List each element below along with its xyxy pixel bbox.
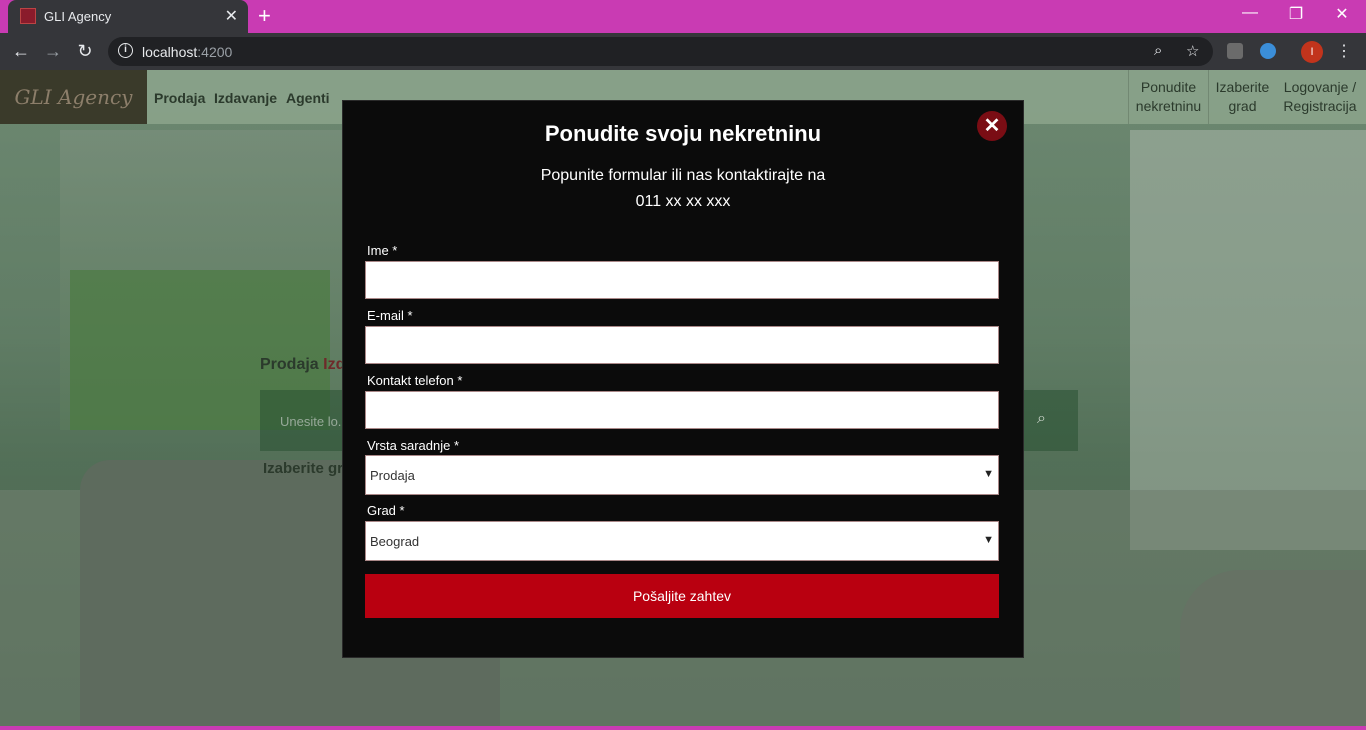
new-tab-button[interactable]: + bbox=[258, 3, 271, 29]
dropdown-caret-icon: ▼ bbox=[983, 468, 994, 480]
profile-avatar[interactable]: I bbox=[1301, 41, 1323, 63]
zoom-icon[interactable]: ⌕ bbox=[1154, 42, 1162, 59]
background-armchair bbox=[1180, 570, 1366, 726]
city-select[interactable]: Beograd ▼ bbox=[365, 521, 999, 561]
address-url: localhost:4200 bbox=[142, 44, 233, 60]
modal-title: Ponudite svoju nekretninu bbox=[544, 121, 822, 146]
modal-subtitle: Popunite formular ili nas kontaktirajte … bbox=[540, 167, 826, 210]
window-minimize-button[interactable]: — bbox=[1230, 4, 1270, 22]
email-label: E-mail * bbox=[367, 308, 413, 323]
nav-choose-city[interactable]: Izaberite grad bbox=[1208, 70, 1276, 124]
page: GLI Agency Prodaja Izdavanje Agenti Ponu… bbox=[0, 70, 1366, 726]
nav-link-agenti[interactable]: Agenti bbox=[286, 90, 330, 106]
bookmark-star-icon[interactable]: ☆ bbox=[1186, 42, 1199, 60]
background-glass-wall bbox=[1130, 130, 1366, 550]
address-bar[interactable]: i localhost:4200 ⌕ ☆ bbox=[108, 37, 1213, 66]
tab-close-icon[interactable]: ✕ bbox=[225, 6, 238, 26]
browser-titlebar: GLI Agency ✕ + — ❐ ✕ bbox=[0, 0, 1366, 33]
browser-toolbar: ← → ↻ i localhost:4200 ⌕ ☆ I ⋮ bbox=[0, 33, 1366, 70]
nav-link-izdavanje[interactable]: Izdavanje bbox=[214, 90, 277, 106]
name-label: Ime * bbox=[367, 243, 398, 258]
nav-login-register[interactable]: Logovanje / Registracija bbox=[1276, 70, 1364, 124]
submit-request-button[interactable]: Pošaljite zahtev bbox=[365, 574, 999, 618]
tab-title: GLI Agency bbox=[44, 9, 112, 24]
offer-property-modal: Ponudite svoju nekretninu Popunite formu… bbox=[342, 100, 1024, 658]
city-label: Grad * bbox=[367, 503, 405, 518]
window-restore-button[interactable]: ❐ bbox=[1276, 4, 1316, 24]
extension-icon[interactable] bbox=[1227, 43, 1243, 59]
dropdown-caret-icon: ▼ bbox=[983, 534, 994, 546]
name-field[interactable] bbox=[365, 261, 999, 299]
cooperation-type-select[interactable]: Prodaja ▼ bbox=[365, 455, 999, 495]
nav-offer-property[interactable]: Ponudite nekretninu bbox=[1128, 70, 1208, 124]
browser-menu-icon[interactable]: ⋮ bbox=[1336, 41, 1352, 61]
bottom-window-edge bbox=[0, 726, 1366, 730]
site-favicon-icon bbox=[20, 8, 36, 24]
brand-logo[interactable]: GLI Agency bbox=[0, 70, 147, 124]
browser-tab[interactable]: GLI Agency ✕ bbox=[8, 0, 248, 33]
window-close-button[interactable]: ✕ bbox=[1322, 4, 1362, 24]
phone-label: Kontakt telefon * bbox=[367, 373, 463, 388]
forward-icon[interactable]: → bbox=[42, 41, 64, 62]
cooperation-type-label: Vrsta saradnje * bbox=[367, 438, 460, 453]
close-icon[interactable]: ✕ bbox=[977, 111, 1007, 141]
reload-icon[interactable]: ↻ bbox=[74, 41, 96, 62]
extension-badge-icon[interactable] bbox=[1260, 43, 1276, 59]
email-field[interactable] bbox=[365, 326, 999, 364]
nav-link-prodaja[interactable]: Prodaja bbox=[154, 90, 205, 106]
phone-field[interactable] bbox=[365, 391, 999, 429]
search-icon: ⌕ bbox=[1037, 410, 1046, 427]
site-info-icon[interactable]: i bbox=[118, 43, 133, 58]
back-icon[interactable]: ← bbox=[10, 41, 32, 62]
